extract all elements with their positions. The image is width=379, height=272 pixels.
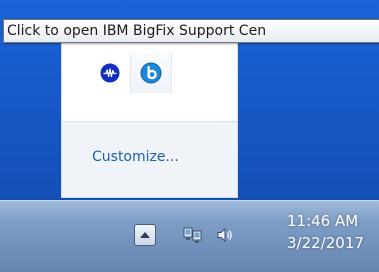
show-hidden-icons-button[interactable] (134, 224, 156, 246)
clock-time: 11:46 AM (287, 212, 359, 230)
taskbar: 11:46 AM 3/22/2017 (0, 200, 379, 272)
blue-b-icon[interactable] (130, 53, 172, 93)
tooltip: Click to open IBM BigFix Support Cen (3, 19, 379, 43)
flyout-icon-area (62, 39, 237, 122)
bigfix-support-center-icon[interactable] (90, 53, 130, 93)
clock-date: 3/22/2017 (287, 234, 364, 252)
system-clock[interactable]: 11:46 AM 3/22/2017 (287, 210, 379, 254)
network-icon[interactable] (183, 225, 203, 245)
arrow-up-icon (140, 232, 150, 238)
customize-link[interactable]: Customize... (92, 149, 179, 165)
volume-icon[interactable] (216, 225, 236, 245)
notification-overflow-flyout: Customize... (61, 38, 238, 198)
